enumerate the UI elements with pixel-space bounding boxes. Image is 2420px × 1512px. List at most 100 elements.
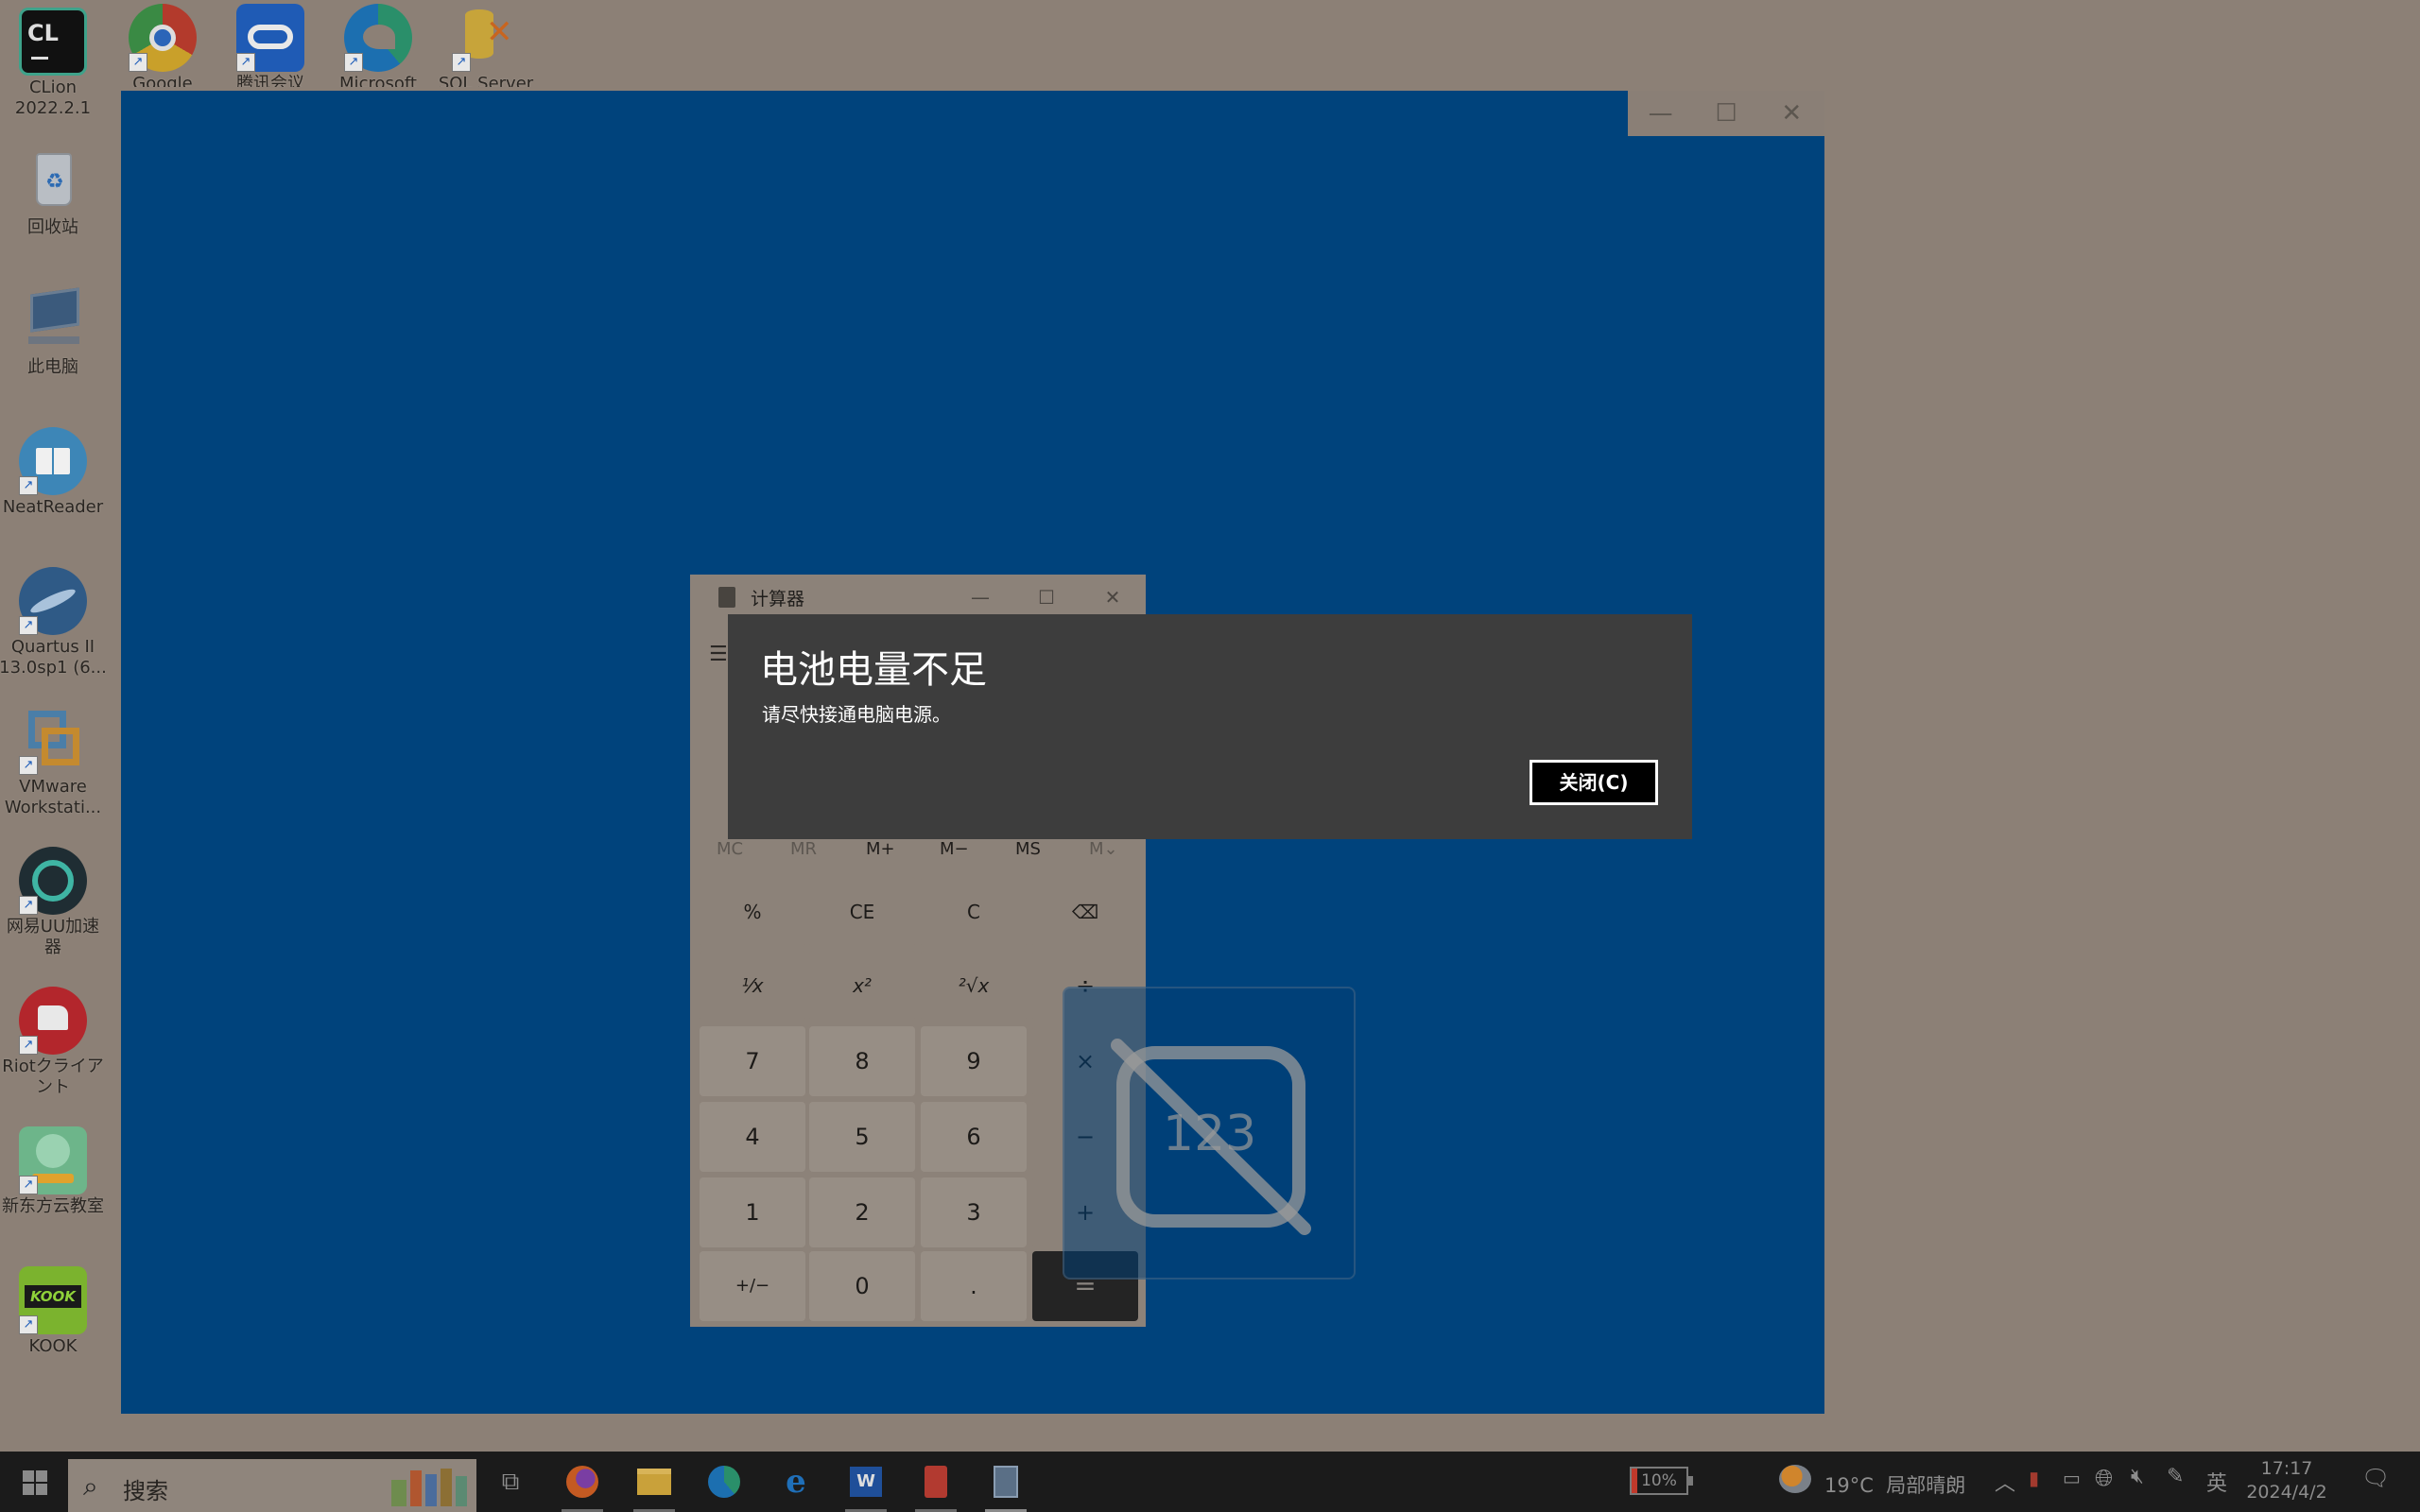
folder-icon [637, 1469, 671, 1495]
start-button[interactable] [0, 1452, 66, 1512]
clear-key[interactable]: C [921, 877, 1027, 947]
taskbar-firefox[interactable] [556, 1459, 609, 1512]
dialog-title: 电池电量不足 [760, 648, 987, 692]
digit-5-key[interactable]: 5 [809, 1102, 915, 1172]
decimal-key[interactable]: . [921, 1251, 1027, 1321]
weather-icon [1779, 1465, 1811, 1493]
taskbar-calculator[interactable] [979, 1459, 1032, 1512]
square-root-key[interactable]: ²√x [921, 951, 1027, 1021]
firefox-icon [566, 1466, 598, 1498]
taskbar-ie[interactable]: e [769, 1459, 822, 1504]
desktop-icon-vmware[interactable]: ↗ VMware Workstati... [0, 707, 110, 818]
desktop-icon-sql-server[interactable]: ✕ ↗ SQL Server [429, 4, 543, 87]
taskbar-word[interactable]: W [839, 1459, 892, 1512]
shortcut-arrow-icon: ↗ [19, 1036, 38, 1055]
desktop-icon-riot[interactable]: ↗ Riotクライア ント [0, 987, 110, 1098]
close-button[interactable]: ✕ [1759, 91, 1824, 136]
digit-4-key[interactable]: 4 [700, 1102, 805, 1172]
desktop-icon-uu[interactable]: ↗ 网易UU加速 器 [0, 847, 110, 958]
digit-9-key[interactable]: 9 [921, 1026, 1027, 1096]
input-method-indicator[interactable]: 英 [2206, 1467, 2227, 1497]
battery-indicator[interactable]: 10% [1630, 1467, 1688, 1495]
xdf-classroom-icon: ↗ [19, 1126, 87, 1194]
memory-subtract-button[interactable]: M− [940, 839, 969, 859]
calc-close-button[interactable]: ✕ [1080, 575, 1146, 620]
shortcut-arrow-icon: ↗ [19, 756, 38, 775]
desktop-icon-label: SQL Server [438, 74, 534, 87]
desktop-icon-tencent-meeting[interactable]: ↗ 腾讯会议 [214, 4, 327, 87]
weather-text: 19°C 局部晴朗 [1824, 1474, 1966, 1497]
dialog-message: 请尽快接通电脑电源。 [762, 703, 951, 726]
notification-center-icon[interactable]: 🗨︎ [2361, 1465, 2390, 1491]
desktop-icon-quartus[interactable]: ↗ Quartus II 13.0sp1 (6... [0, 567, 110, 679]
digit-7-key[interactable]: 7 [700, 1026, 805, 1096]
desktop-icon-this-pc[interactable]: 此电脑 [0, 287, 110, 378]
desktop-icon-edge[interactable]: ↗ Microsoft [321, 4, 435, 87]
word-icon: W [850, 1467, 882, 1497]
digit-2-key[interactable]: 2 [809, 1177, 915, 1247]
desktop-icon-xdf[interactable]: ↗ 新东方云教室 [0, 1126, 110, 1217]
shortcut-arrow-icon: ↗ [19, 1176, 38, 1194]
desktop-icon-kook[interactable]: KOOK ↗ KOOK [0, 1266, 110, 1357]
digit-6-key[interactable]: 6 [921, 1102, 1027, 1172]
calc-maximize-button[interactable]: ☐ [1013, 575, 1080, 620]
digit-0-key[interactable]: 0 [809, 1251, 915, 1321]
search-icon: ⌕ [83, 1470, 98, 1502]
taskbar-file-explorer[interactable] [628, 1459, 681, 1512]
calculator-title: 计算器 [751, 588, 805, 610]
taskbar-pinned-app[interactable] [909, 1459, 962, 1512]
shortcut-arrow-icon: ↗ [129, 53, 147, 72]
tray-app-icon[interactable]: ▮ [2029, 1467, 2039, 1489]
dialog-close-button[interactable]: 关闭(C) [1530, 760, 1658, 805]
chrome-icon: ↗ [129, 4, 197, 72]
calculator-titlebar: 计算器 — ☐ ✕ [690, 575, 1146, 620]
square-key[interactable]: x² [809, 951, 915, 1021]
desktop-icon-label: CLion 2022.2.1 [14, 77, 92, 118]
uu-accelerator-icon: ↗ [19, 847, 87, 915]
tencent-meeting-icon: ↗ [236, 4, 304, 72]
sql-server-icon: ✕ ↗ [452, 4, 520, 72]
clock[interactable]: 17:17 2024/4/2 [2244, 1457, 2329, 1504]
memory-clear-button[interactable]: MC [717, 839, 743, 859]
globe-icon[interactable]: 🌐︎ [2095, 1465, 2113, 1491]
desktop-icon-recycle-bin[interactable]: ♻ 回收站 [0, 147, 110, 238]
calculator-app-icon [718, 587, 735, 608]
edge-icon [708, 1466, 740, 1498]
volume-muted-icon[interactable]: 🔇︎ [2131, 1465, 2144, 1488]
negate-key[interactable]: +/− [700, 1251, 805, 1321]
digit-1-key[interactable]: 1 [700, 1177, 805, 1247]
shortcut-arrow-icon: ↗ [236, 53, 255, 72]
clear-entry-key[interactable]: CE [809, 877, 915, 947]
desktop-icon-label: Microsoft [339, 74, 417, 87]
desktop-icon-neatreader[interactable]: ↗ NeatReader [0, 427, 110, 518]
digit-8-key[interactable]: 8 [809, 1026, 915, 1096]
memory-store-button[interactable]: MS [1015, 839, 1041, 859]
memory-list-button[interactable]: M⌄ [1089, 839, 1118, 859]
hamburger-menu-icon[interactable]: ☰ [709, 643, 728, 666]
maximize-button[interactable]: ☐ [1693, 91, 1758, 136]
tray-network-warning-icon[interactable]: ▭ [2063, 1467, 2081, 1489]
neatreader-icon: ↗ [19, 427, 87, 495]
task-view-button[interactable]: ⧉ [484, 1459, 537, 1504]
riot-client-icon: ↗ [19, 987, 87, 1055]
desktop-icon-chrome[interactable]: ↗ Google [106, 4, 219, 87]
low-battery-dialog: 电池电量不足 请尽快接通电脑电源。 关闭(C) [728, 614, 1692, 839]
desktop-icon-label: NeatReader [2, 497, 104, 517]
calc-minimize-button[interactable]: — [947, 575, 1013, 620]
search-placeholder: 搜索 [123, 1478, 168, 1504]
reciprocal-key[interactable]: ¹⁄x [700, 951, 805, 1021]
desktop-icon-label: 此电脑 [27, 357, 78, 377]
minimize-button[interactable]: — [1628, 91, 1693, 136]
desktop-icon-clion[interactable]: CL CLion 2022.2.1 [0, 8, 110, 119]
pen-icon[interactable]: ✎ [2167, 1465, 2184, 1488]
search-box[interactable]: ⌕ 搜索 [68, 1459, 476, 1512]
clion-icon: CL [19, 8, 87, 76]
digit-3-key[interactable]: 3 [921, 1177, 1027, 1247]
percent-key[interactable]: % [700, 877, 805, 947]
taskbar-edge[interactable] [698, 1459, 751, 1504]
memory-add-button[interactable]: M+ [866, 839, 895, 859]
memory-recall-button[interactable]: MR [790, 839, 817, 859]
show-hidden-icons-button[interactable]: ︿ [1995, 1467, 2015, 1497]
backspace-key[interactable]: ⌫ [1032, 877, 1138, 947]
recycle-bin-icon: ♻ [19, 147, 87, 215]
